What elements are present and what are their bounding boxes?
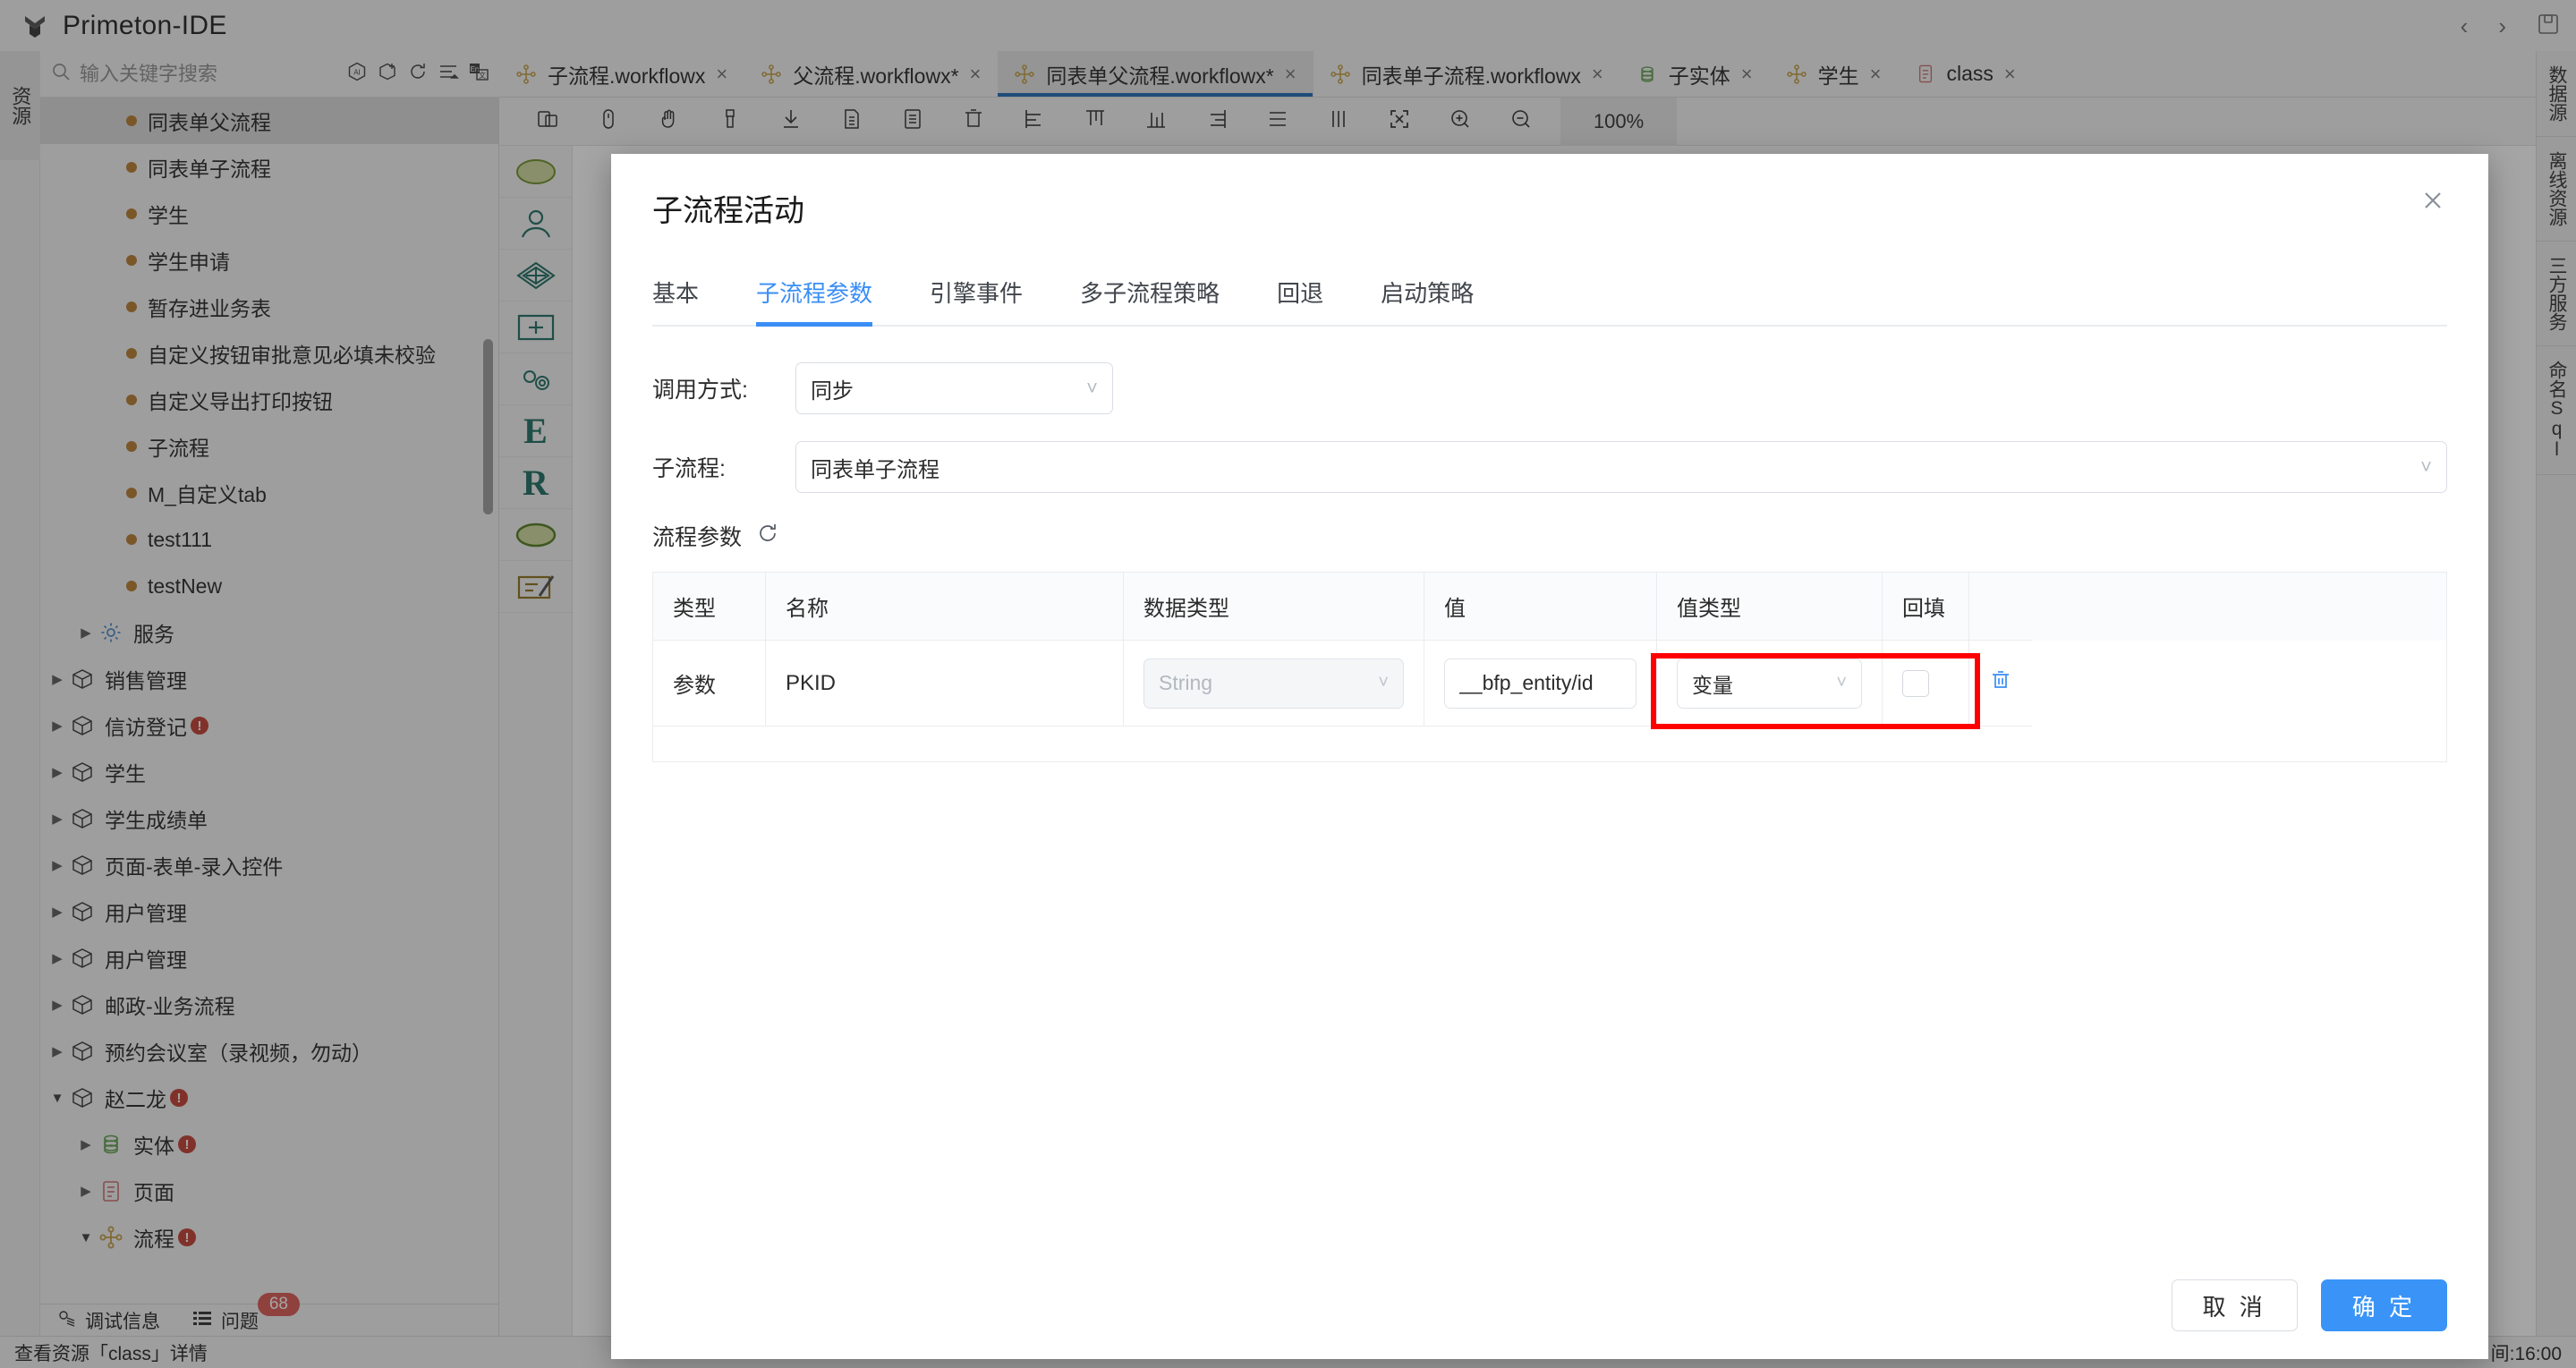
call-mode-select[interactable]: 同步 ˅ bbox=[795, 362, 1113, 414]
params-section-title: 流程参数 bbox=[652, 525, 743, 550]
cell-value bbox=[1424, 641, 1657, 726]
subprocess-label: 子流程: bbox=[652, 456, 726, 481]
cell-actions bbox=[1969, 641, 2032, 726]
col-header-value: 值 bbox=[1424, 573, 1657, 641]
dialog-body: 调用方式: 同步 ˅ 子流程: 同表单子流程 ˅ 流程参数 类型 名称 数据类型… bbox=[611, 327, 2488, 762]
close-icon[interactable] bbox=[2413, 181, 2453, 220]
subprocess-activity-dialog: 子流程活动 基本 子流程参数 引擎事件 多子流程策略 回退 启动策略 调用方式:… bbox=[611, 154, 2488, 1359]
tab-start-strategy[interactable]: 启动策略 bbox=[1381, 276, 1474, 325]
params-section-header: 流程参数 bbox=[652, 520, 2447, 552]
data-type-select[interactable]: String ˅ bbox=[1143, 658, 1404, 709]
trash-icon[interactable] bbox=[1989, 668, 2012, 698]
table-row: 参数 PKID String ˅ 变量 ˅ bbox=[653, 641, 2446, 726]
cancel-button[interactable]: 取 消 bbox=[2171, 1279, 2298, 1331]
params-table-header: 类型 名称 数据类型 值 值类型 回填 bbox=[653, 573, 2446, 641]
tab-rollback[interactable]: 回退 bbox=[1277, 276, 1323, 325]
chevron-down-icon: ˅ bbox=[1836, 673, 1847, 692]
col-header-backfill: 回填 bbox=[1883, 573, 1969, 641]
tab-multi-subprocess-strategy[interactable]: 多子流程策略 bbox=[1080, 276, 1220, 325]
confirm-button[interactable]: 确 定 bbox=[2320, 1279, 2447, 1331]
backfill-checkbox[interactable] bbox=[1902, 669, 1929, 697]
col-header-actions bbox=[1969, 573, 2032, 641]
col-header-data-type: 数据类型 bbox=[1124, 573, 1424, 641]
refresh-icon[interactable] bbox=[756, 522, 779, 551]
cell-value-type: 变量 ˅ bbox=[1657, 641, 1883, 726]
tab-basic[interactable]: 基本 bbox=[652, 276, 699, 325]
data-type-value: String bbox=[1159, 671, 1213, 694]
call-mode-row: 调用方式: 同步 ˅ bbox=[652, 362, 2447, 414]
cell-name: PKID bbox=[766, 641, 1124, 726]
value-input[interactable] bbox=[1444, 658, 1637, 709]
chevron-down-icon: ˅ bbox=[1086, 377, 1098, 399]
cell-backfill bbox=[1883, 641, 1969, 726]
cell-data-type: String ˅ bbox=[1124, 641, 1424, 726]
chevron-down-icon: ˅ bbox=[2420, 455, 2432, 478]
call-mode-value: 同步 bbox=[811, 378, 854, 404]
tab-subprocess-params[interactable]: 子流程参数 bbox=[756, 276, 873, 327]
call-mode-label: 调用方式: bbox=[652, 378, 748, 403]
dialog-tabs[interactable]: 基本 子流程参数 引擎事件 多子流程策略 回退 启动策略 bbox=[652, 269, 2447, 327]
dialog-header: 子流程活动 bbox=[611, 154, 2488, 230]
dialog-footer: 取 消 确 定 bbox=[611, 1252, 2488, 1359]
value-type-value: 变量 bbox=[1692, 673, 1733, 697]
col-header-name: 名称 bbox=[766, 573, 1124, 641]
cell-type: 参数 bbox=[653, 641, 766, 726]
params-table: 类型 名称 数据类型 值 值类型 回填 参数 PKID String ˅ __b… bbox=[652, 572, 2447, 762]
subprocess-select[interactable]: 同表单子流程 ˅ bbox=[795, 441, 2447, 493]
subprocess-row: 子流程: 同表单子流程 ˅ bbox=[652, 441, 2447, 493]
col-header-type: 类型 bbox=[653, 573, 766, 641]
table-empty-space bbox=[653, 726, 2446, 762]
col-header-value-type: 值类型 bbox=[1657, 573, 1883, 641]
tab-engine-events[interactable]: 引擎事件 bbox=[930, 276, 1023, 325]
value-type-select[interactable]: 变量 ˅ bbox=[1677, 658, 1862, 709]
dialog-title: 子流程活动 bbox=[652, 194, 804, 228]
subprocess-value: 同表单子流程 bbox=[811, 457, 939, 482]
chevron-down-icon: ˅ bbox=[1378, 673, 1389, 692]
